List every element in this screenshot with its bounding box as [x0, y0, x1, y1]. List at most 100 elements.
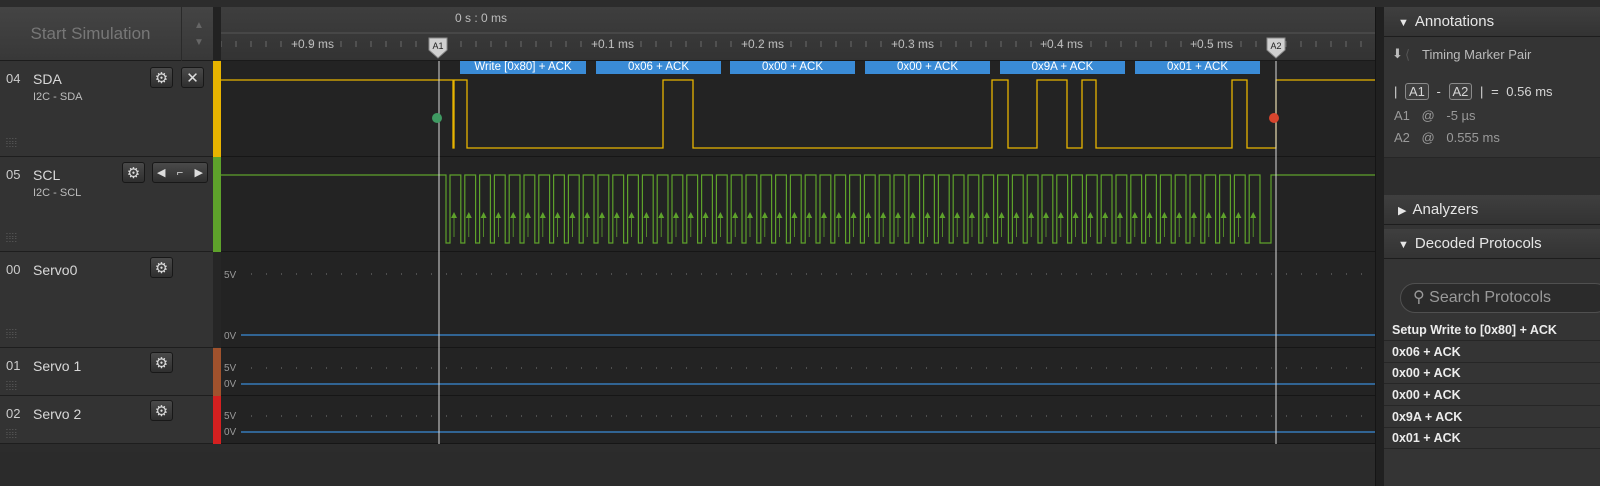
analyzers-section-header[interactable]: ▶ Analyzers — [1384, 195, 1600, 225]
channel-name[interactable]: SDA — [33, 71, 62, 87]
channel-row-servo1[interactable]: 01 Servo 1 ⚙ :::::::: — [0, 348, 213, 396]
channel-color-servo2 — [213, 396, 221, 444]
channel-row-servo0[interactable]: 00 Servo0 ⚙ :::::::: — [0, 252, 213, 348]
pin-icon[interactable]: ⬇ — [1392, 46, 1403, 62]
channel-row-sda[interactable]: 04 SDA I2C - SDA ⚙ ✕ :::::::: — [0, 61, 213, 157]
channel-color-servo0 — [213, 252, 221, 348]
tick-label: +0.4 ms — [1040, 37, 1084, 51]
protocol-row[interactable]: 0x01 + ACK — [1384, 428, 1600, 449]
marker-delta-row: | A1 - A2 | = 0.56 ms — [1394, 83, 1553, 100]
servo2-0v-label: 0V — [224, 427, 237, 438]
gear-icon[interactable]: ⚙ — [150, 352, 173, 373]
channel-number: 00 — [6, 262, 21, 277]
protocol-row[interactable]: 0x06 + ACK — [1384, 342, 1600, 363]
collapse-triangle-icon[interactable]: ▼ — [1398, 239, 1409, 251]
channel-subtitle: I2C - SCL — [33, 187, 82, 199]
expand-triangle-icon[interactable]: ▶ — [1398, 205, 1406, 217]
drag-handle-icon[interactable]: :::::::: — [6, 328, 18, 340]
channel-color-servo1 — [213, 348, 221, 396]
marker-a1-dot — [432, 113, 442, 123]
gear-icon[interactable]: ⚙ — [150, 257, 173, 278]
a1-position-value: -5 µs — [1446, 108, 1476, 123]
channel-subtitle: I2C - SDA — [33, 91, 83, 103]
timeline-ruler[interactable]: 0 s : 0 ms +0.9 ms +0.1 ms +0.2 ms +0.3 … — [221, 7, 1375, 61]
panel-divider[interactable] — [1375, 7, 1384, 486]
channel-number: 01 — [6, 358, 21, 373]
channel-number: 04 — [6, 71, 21, 86]
marker-a2-flag[interactable]: A2 — [1265, 36, 1287, 60]
marker-a2-label: A2 — [1270, 41, 1281, 51]
scl-signal — [221, 174, 1375, 244]
sda-signal — [221, 79, 1375, 149]
decoded-bubble[interactable]: 0x06 + ACK — [596, 61, 721, 74]
marker-a1-label: A1 — [432, 41, 443, 51]
start-simulation-button[interactable]: Start Simulation — [0, 7, 182, 61]
channel-name[interactable]: SCL — [33, 167, 60, 183]
delta-bar-icon: | — [1394, 84, 1398, 99]
separator-chevron-icon: ⟨ — [1405, 47, 1411, 62]
collapse-triangle-icon[interactable]: ▼ — [1398, 17, 1409, 29]
channel-number: 05 — [6, 167, 21, 182]
channel-color-sda — [213, 61, 221, 157]
rising-edge-trigger-icon[interactable]: ⌐ — [177, 167, 183, 179]
servo0-0v-label: 0V — [224, 331, 237, 342]
tick-label: +0.1 ms — [591, 37, 635, 51]
drag-handle-icon[interactable]: :::::::: — [6, 137, 18, 149]
protocol-row[interactable]: 0x00 + ACK — [1384, 385, 1600, 406]
chevron-down-icon[interactable]: ▼ — [194, 37, 204, 48]
at-sign: @ — [1421, 130, 1435, 145]
marker-a2-dot — [1269, 113, 1279, 123]
protocol-row[interactable]: 0x9A + ACK — [1384, 407, 1600, 428]
gear-icon[interactable]: ⚙ — [122, 162, 145, 183]
servo1-0v-label: 0V — [224, 379, 237, 390]
channel-color-scl — [213, 157, 221, 252]
search-protocols-input[interactable]: ⚲ Search Protocols — [1400, 283, 1600, 313]
decoded-bubble[interactable]: Write [0x80] + ACK — [460, 61, 586, 74]
annotations-section-header[interactable]: ▼ Annotations — [1384, 7, 1600, 37]
trigger-selector[interactable]: ◀ ⌐ ▶ — [152, 162, 208, 183]
protocol-row[interactable]: 0x00 + ACK — [1384, 363, 1600, 384]
channel-name[interactable]: Servo0 — [33, 262, 77, 278]
gear-icon[interactable]: ⚙ — [150, 67, 173, 88]
a2-position-row: A2 @ 0.555 ms — [1394, 130, 1500, 145]
drag-handle-icon[interactable]: :::::::: — [6, 380, 18, 392]
a2-badge: A2 — [1448, 83, 1473, 100]
simulation-stepper[interactable]: ▲ ▼ — [183, 7, 215, 61]
tick-label: +0.9 ms — [291, 37, 335, 51]
chevron-right-icon[interactable]: ▶ — [195, 166, 203, 179]
drag-handle-icon[interactable]: :::::::: — [6, 428, 18, 440]
decoded-bubble[interactable]: 0x00 + ACK — [730, 61, 855, 74]
channel-number: 02 — [6, 406, 21, 421]
servo2-5v-label: 5V — [224, 411, 237, 422]
header-colorbar-spacer — [213, 7, 221, 61]
servo1-5v-label: 5V — [224, 363, 237, 374]
waveforms: 5V 0V 5V 0V 5V 0V — [221, 61, 1375, 444]
a2-position-label: A2 — [1394, 130, 1410, 145]
at-sign: @ — [1421, 108, 1435, 123]
minus-sign: - — [1436, 84, 1441, 99]
protocol-row[interactable]: Setup Write to [0x80] + ACK — [1384, 320, 1600, 341]
close-icon[interactable]: ✕ — [181, 67, 204, 88]
servo0-5v-label: 5V — [224, 270, 237, 281]
decoded-protocols-title: Decoded Protocols — [1414, 235, 1542, 252]
chevron-up-icon[interactable]: ▲ — [194, 20, 204, 31]
decoded-protocols-section-header[interactable]: ▼ Decoded Protocols — [1384, 229, 1600, 259]
equals-sign: = — [1491, 84, 1499, 99]
decoded-bubble[interactable]: 0x9A + ACK — [1000, 61, 1125, 74]
drag-handle-icon[interactable]: :::::::: — [6, 232, 18, 244]
bottom-strip — [0, 452, 1375, 486]
decoded-bubble[interactable]: 0x01 + ACK — [1135, 61, 1260, 74]
channel-name[interactable]: Servo 1 — [33, 358, 81, 374]
timing-marker-pair-row[interactable]: ⬇ ⟨ Timing Marker Pair — [1384, 41, 1600, 67]
channel-row-scl[interactable]: 05 SCL I2C - SCL ⚙ ◀ ⌐ ▶ :::::::: — [0, 157, 213, 252]
decoded-bubble[interactable]: 0x00 + ACK — [865, 61, 990, 74]
channel-name[interactable]: Servo 2 — [33, 406, 81, 422]
gear-icon[interactable]: ⚙ — [150, 400, 173, 421]
marker-a1-flag[interactable]: A1 — [427, 36, 449, 60]
channel-row-servo2[interactable]: 02 Servo 2 ⚙ :::::::: — [0, 396, 213, 444]
right-sidebar: ▼ Annotations ⬇ ⟨ Timing Marker Pair | A1… — [1384, 7, 1600, 486]
a1-badge: A1 — [1405, 83, 1429, 100]
chevron-left-icon[interactable]: ◀ — [157, 166, 165, 179]
a1-position-label: A1 — [1394, 108, 1410, 123]
a1-position-row: A1 @ -5 µs — [1394, 108, 1476, 123]
